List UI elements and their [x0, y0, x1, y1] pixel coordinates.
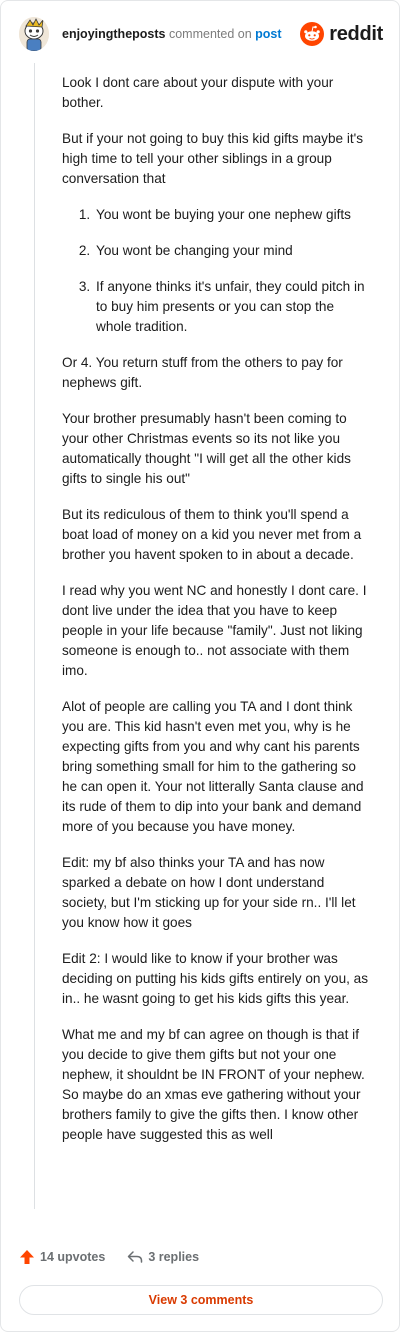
username-link[interactable]: enjoyingtheposts — [62, 27, 165, 41]
snoo-avatar-icon[interactable] — [19, 17, 49, 51]
post-link[interactable]: post — [255, 27, 281, 41]
comment-paragraph: Or 4. You return stuff from the others t… — [62, 355, 343, 390]
reddit-snoo-icon — [300, 22, 325, 46]
upvote-arrow-icon — [20, 1250, 34, 1264]
list-item: You wont be changing your mind — [94, 241, 372, 261]
replies-button[interactable]: 3 replies — [127, 1249, 199, 1265]
thread-line[interactable] — [34, 63, 35, 1209]
list-item: If anyone thinks it's unfair, they could… — [94, 277, 372, 337]
comment-paragraph: Your brother presumably hasn't been comi… — [62, 411, 351, 486]
comment-paragraph: But if your not going to buy this kid gi… — [62, 131, 364, 186]
view-comments-button[interactable]: View 3 comments — [19, 1285, 383, 1315]
comment-paragraph: But its rediculous of them to think you'… — [62, 507, 362, 562]
comment-list: You wont be buying your one nephew gifts… — [62, 205, 372, 337]
comment-embed-card: enjoyingtheposts commented on post reddi… — [0, 0, 400, 1332]
byline-action: commented on — [168, 27, 252, 41]
comment-paragraph: Edit: my bf also thinks your TA and has … — [62, 855, 356, 930]
replies-count: 3 replies — [148, 1250, 200, 1264]
upvote-button[interactable]: 14 upvotes — [19, 1249, 105, 1265]
comment-paragraph: Edit 2: I would like to know if your bro… — [62, 951, 369, 1006]
comment-paragraph: Look I dont care about your dispute with… — [62, 75, 334, 110]
upvote-count: 14 upvotes — [40, 1250, 106, 1264]
comment-paragraph: I read why you went NC and honestly I do… — [62, 583, 367, 678]
reddit-logo-text: reddit — [329, 22, 383, 45]
comment-footer: 14 upvotes 3 replies — [19, 1249, 221, 1265]
comment-header: enjoyingtheposts commented on post reddi… — [19, 16, 383, 52]
comment-byline: enjoyingtheposts commented on post — [62, 27, 300, 41]
comment-paragraph: Alot of people are calling you TA and I … — [62, 699, 364, 834]
reddit-logo[interactable]: reddit — [300, 22, 383, 46]
comment-body: Look I dont care about your dispute with… — [62, 73, 372, 1161]
list-item: You wont be buying your one nephew gifts — [94, 205, 372, 225]
reply-arrow-icon — [128, 1251, 143, 1263]
comment-paragraph: What me and my bf can agree on though is… — [62, 1027, 365, 1142]
